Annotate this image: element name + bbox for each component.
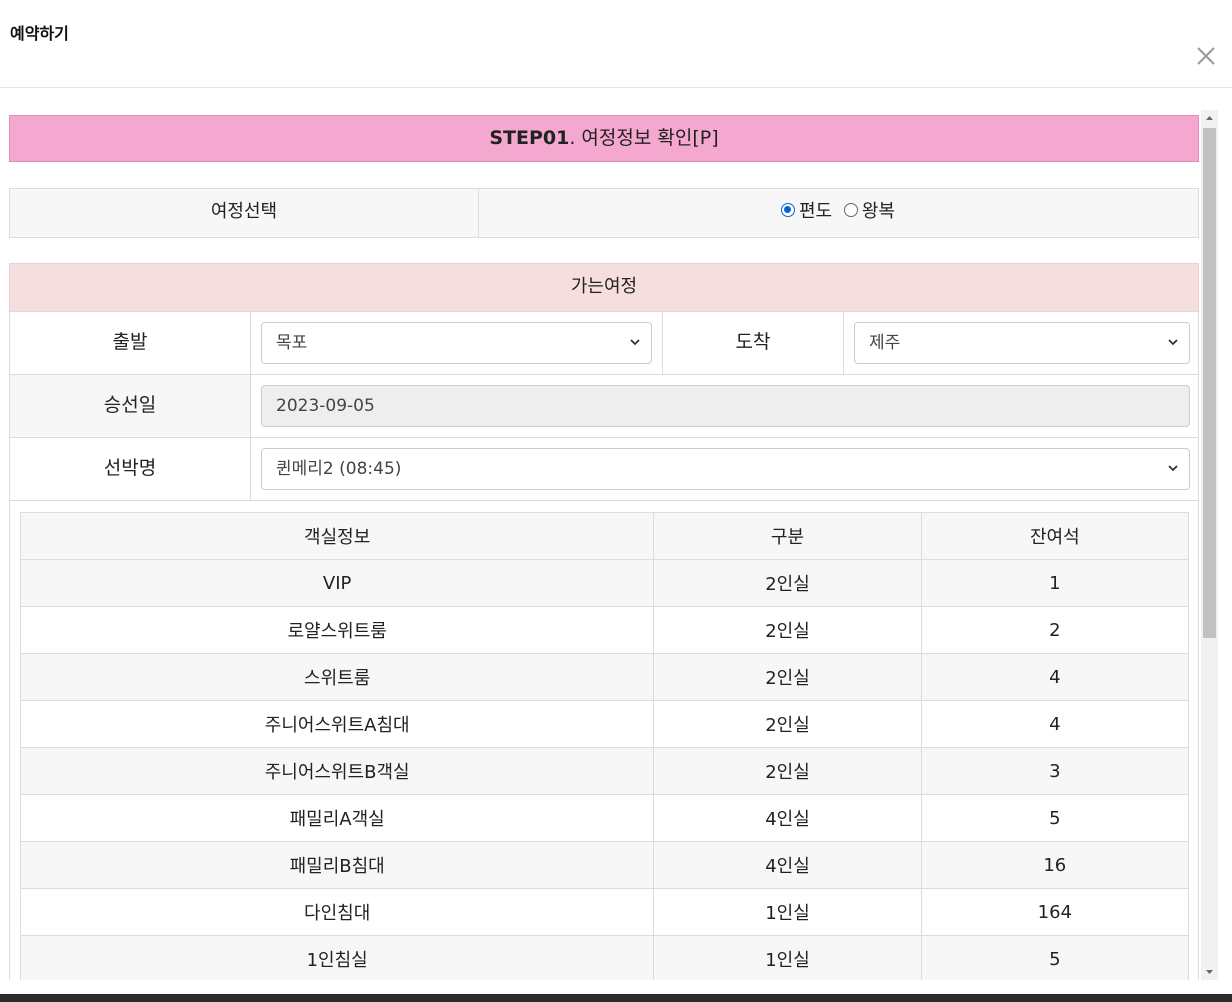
scroll-thumb[interactable] xyxy=(1203,128,1216,638)
date-input[interactable]: 2023-09-05 xyxy=(261,385,1190,427)
table-row: 1인침실 1인실 5 xyxy=(19,935,1190,980)
radio-round-trip[interactable]: 왕복 xyxy=(843,201,895,222)
trip-type-options: 편도 왕복 xyxy=(478,189,1198,237)
date-value: 2023-09-05 xyxy=(276,396,375,416)
room-name: 다인침대 xyxy=(19,888,655,936)
room-remaining: 4 xyxy=(920,653,1190,701)
scroll-down-arrow-icon[interactable] xyxy=(1201,963,1218,980)
modal-header: 예약하기 xyxy=(0,0,1232,88)
ship-label: 선박명 xyxy=(10,438,251,500)
room-table: 객실정보 구분 잔여석 VIP 2인실 1 로얄스위트룸 2인실 2 스위트룸 2인실 4 … xyxy=(19,512,1190,980)
room-type: 2인실 xyxy=(653,747,922,795)
ship-value: 퀸메리2 (08:45) xyxy=(276,459,402,479)
radio-one-way[interactable]: 편도 xyxy=(781,201,832,222)
room-remaining: 4 xyxy=(920,700,1190,748)
table-row: 주니어스위트A침대 2인실 4 xyxy=(19,700,1190,748)
radio-round-trip-label[interactable]: 왕복 xyxy=(862,201,895,222)
room-name: 패밀리A객실 xyxy=(19,794,655,842)
departure-select[interactable]: 목포 xyxy=(261,322,652,364)
step-text: . 여정정보 확인[P] xyxy=(569,127,719,149)
room-type: 1인실 xyxy=(653,935,922,980)
table-row: 스위트룸 2인실 4 xyxy=(19,653,1190,701)
scroll-up-arrow-icon[interactable] xyxy=(1201,110,1218,127)
room-remaining: 164 xyxy=(920,888,1190,936)
column-header-room: 객실정보 xyxy=(19,512,655,560)
table-row: 패밀리B침대 4인실 16 xyxy=(19,841,1190,889)
trip-type-row: 여정선택 편도 왕복 xyxy=(9,188,1199,238)
step-header: STEP01. 여정정보 확인[P] xyxy=(9,115,1199,162)
table-row: 로얄스위트룸 2인실 2 xyxy=(19,606,1190,654)
ship-row: 선박명 퀸메리2 (08:45) xyxy=(9,437,1199,501)
arrival-select[interactable]: 제주 xyxy=(854,322,1190,364)
room-type: 2인실 xyxy=(653,606,922,654)
room-type: 2인실 xyxy=(653,700,922,748)
date-label: 승선일 xyxy=(10,375,251,437)
room-name: 로얄스위트룸 xyxy=(19,606,655,654)
room-type: 2인실 xyxy=(653,653,922,701)
vertical-scrollbar[interactable] xyxy=(1201,110,1218,980)
room-type: 4인실 xyxy=(653,794,922,842)
room-name: 1인침실 xyxy=(19,935,655,980)
modal-body: STEP01. 여정정보 확인[P] 여정선택 편도 왕복 가는여정 출발 목포… xyxy=(9,110,1200,980)
route-row: 출발 목포 도착 제주 xyxy=(9,311,1199,375)
column-header-remaining: 잔여석 xyxy=(920,512,1190,560)
room-name: 패밀리B침대 xyxy=(19,841,655,889)
room-remaining: 3 xyxy=(920,747,1190,795)
date-row: 승선일 2023-09-05 xyxy=(9,374,1199,438)
room-type: 1인실 xyxy=(653,888,922,936)
reservation-modal: 예약하기 STEP01. 여정정보 확인[P] 여정선택 편도 왕복 가는여정 … xyxy=(0,0,1232,994)
room-table-header: 객실정보 구분 잔여석 xyxy=(19,512,1190,560)
table-row: 주니어스위트B객실 2인실 3 xyxy=(19,747,1190,795)
trip-type-label: 여정선택 xyxy=(10,189,479,237)
room-remaining: 2 xyxy=(920,606,1190,654)
outbound-section-title: 가는여정 xyxy=(9,263,1199,312)
arrival-value: 제주 xyxy=(869,333,901,353)
room-name: 주니어스위트A침대 xyxy=(19,700,655,748)
table-row: 패밀리A객실 4인실 5 xyxy=(19,794,1190,842)
room-type: 4인실 xyxy=(653,841,922,889)
radio-checked-icon[interactable] xyxy=(781,203,795,217)
room-name: VIP xyxy=(19,559,655,607)
chevron-down-icon xyxy=(1168,339,1178,346)
chevron-down-icon xyxy=(1168,465,1178,472)
room-remaining: 5 xyxy=(920,794,1190,842)
close-icon[interactable] xyxy=(1194,44,1218,68)
table-row: 다인침대 1인실 164 xyxy=(19,888,1190,936)
room-name: 스위트룸 xyxy=(19,653,655,701)
radio-one-way-label[interactable]: 편도 xyxy=(799,201,832,222)
room-remaining: 16 xyxy=(920,841,1190,889)
room-remaining: 1 xyxy=(920,559,1190,607)
departure-label: 출발 xyxy=(10,312,251,374)
radio-unchecked-icon[interactable] xyxy=(843,203,858,217)
departure-value: 목포 xyxy=(276,333,308,353)
room-type: 2인실 xyxy=(653,559,922,607)
arrival-label: 도착 xyxy=(662,312,844,374)
chevron-down-icon xyxy=(630,339,640,346)
ship-select[interactable]: 퀸메리2 (08:45) xyxy=(261,448,1190,490)
room-remaining: 5 xyxy=(920,935,1190,980)
room-name: 주니어스위트B객실 xyxy=(19,747,655,795)
table-row: VIP 2인실 1 xyxy=(19,559,1190,607)
column-header-type: 구분 xyxy=(653,512,922,560)
modal-title: 예약하기 xyxy=(10,24,69,43)
step-number: STEP01 xyxy=(489,127,570,149)
